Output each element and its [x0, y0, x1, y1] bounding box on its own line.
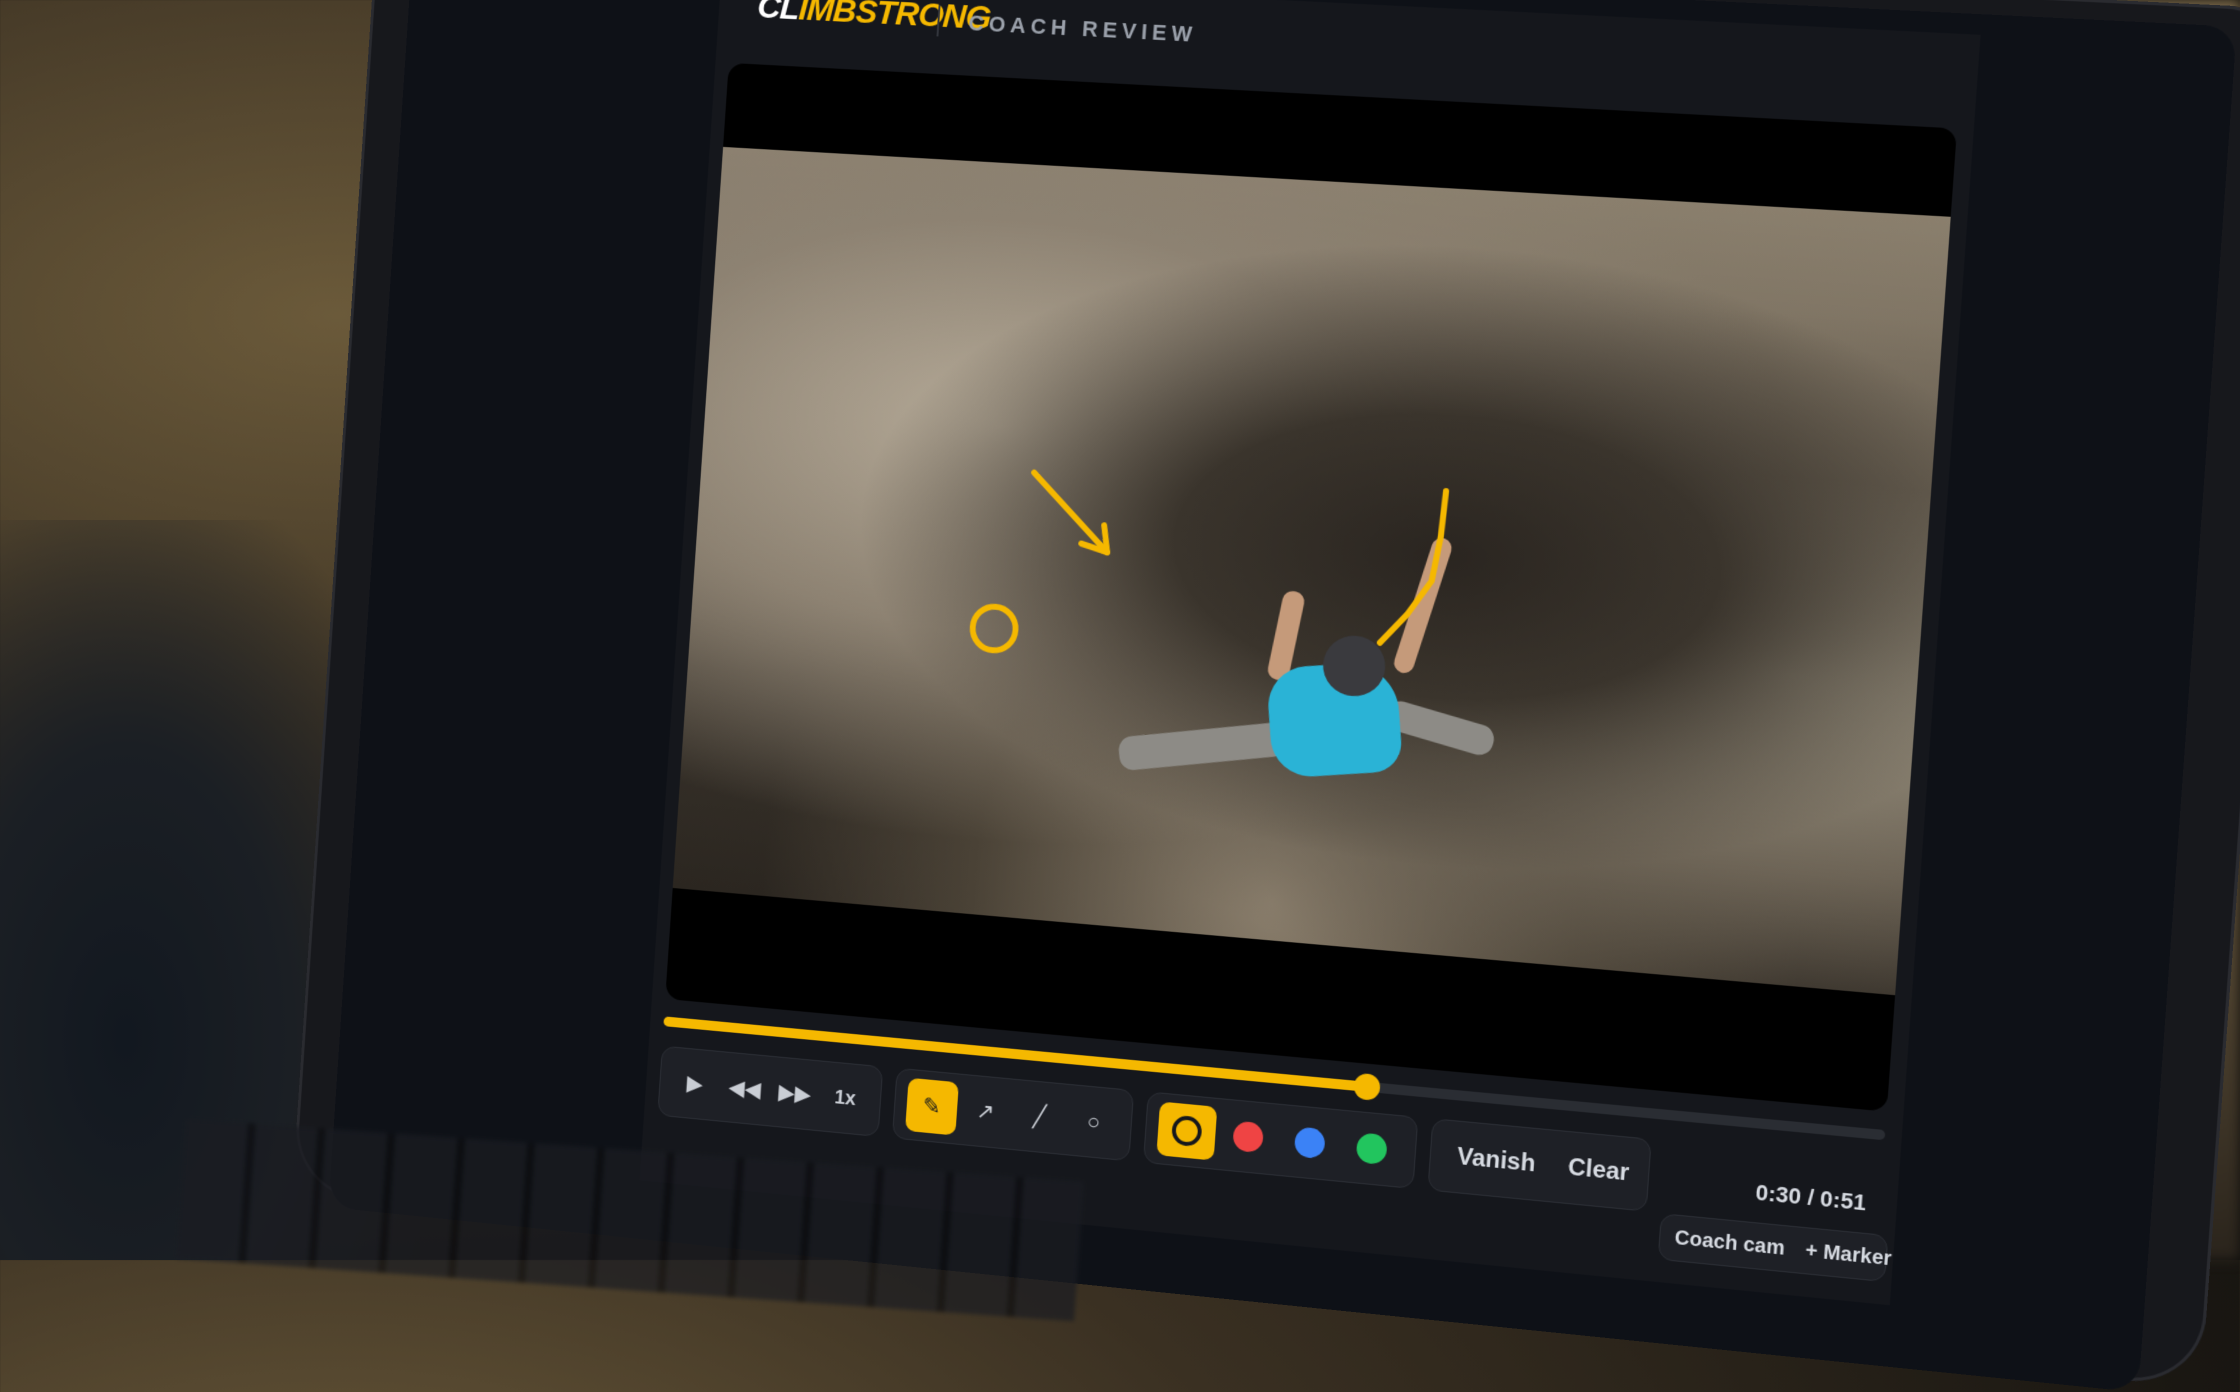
arrow-icon[interactable]: ↗: [959, 1083, 1013, 1141]
annotation-circle: [971, 605, 1017, 652]
play-icon[interactable]: ▶: [670, 1055, 720, 1112]
annotation-actions-group: Vanish Clear: [1427, 1118, 1651, 1212]
coach-review-app: CLIMBSTRONG COACH REVIEW ▶ ◀◀ ▶▶ 1x ✎ ↗ …: [640, 0, 1981, 1305]
page-title: COACH REVIEW: [968, 10, 1198, 48]
playback-group: ▶ ◀◀ ▶▶ 1x: [657, 1046, 883, 1137]
color-picker-group: [1143, 1091, 1418, 1189]
rewind-icon[interactable]: ◀◀: [720, 1060, 770, 1117]
fast-forward-icon[interactable]: ▶▶: [770, 1065, 820, 1122]
color-dot: [1294, 1126, 1326, 1159]
coach-cam-button[interactable]: Coach cam: [1663, 1217, 1796, 1270]
color-swatch-yellow[interactable]: [1156, 1101, 1217, 1160]
logo-part-cl: CL: [756, 0, 800, 27]
draw-tools-group: ✎ ↗ ╱ ○: [892, 1068, 1134, 1162]
video-player[interactable]: [665, 63, 1957, 1112]
line-icon[interactable]: ╱: [1013, 1088, 1067, 1146]
color-dot: [1232, 1121, 1264, 1154]
color-dot: [1356, 1132, 1388, 1165]
speed-button[interactable]: 1x: [820, 1070, 870, 1127]
annotation-layer[interactable]: [673, 147, 1951, 995]
timeline-handle[interactable]: [1353, 1073, 1381, 1101]
clear-button[interactable]: Clear: [1550, 1139, 1648, 1203]
circle-icon[interactable]: ○: [1067, 1093, 1121, 1151]
color-swatch-green[interactable]: [1341, 1119, 1403, 1179]
climbstrong-logo: CLIMBSTRONG: [756, 0, 991, 38]
color-dot: [1171, 1115, 1203, 1148]
color-swatch-blue[interactable]: [1279, 1113, 1341, 1172]
logo-part-imb: IMB: [798, 0, 857, 30]
add-marker-button[interactable]: + Marker: [1794, 1229, 1904, 1280]
pencil-icon[interactable]: ✎: [905, 1078, 958, 1136]
coach-actions-group: Coach cam + Marker: [1658, 1213, 1889, 1282]
video-frame[interactable]: [673, 147, 1951, 995]
time-readout: 0:30 / 0:51: [1755, 1179, 1867, 1216]
annotation-arrow: [1029, 473, 1112, 553]
annotation-freehand: [1380, 487, 1446, 647]
color-swatch-red[interactable]: [1218, 1107, 1279, 1166]
vanish-button[interactable]: Vanish: [1439, 1128, 1553, 1193]
